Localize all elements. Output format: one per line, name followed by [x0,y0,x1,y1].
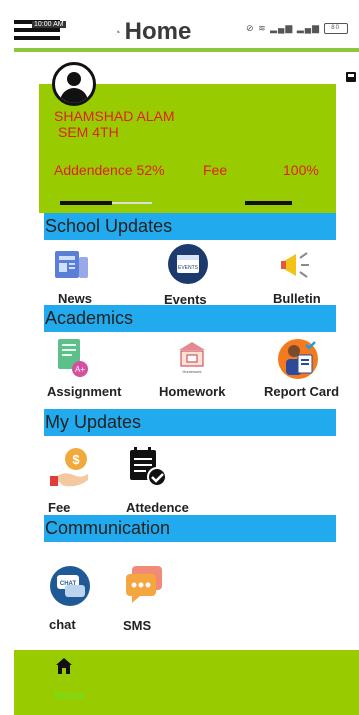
battery-icon: 80 [323,23,348,35]
tile-label-chat: chat [49,617,76,632]
megaphone-icon [281,252,309,278]
signal-icon: ▂▄▆ [270,23,294,33]
report-card-icon [278,339,318,379]
card-indicator-track [112,202,152,204]
tile-assignment[interactable]: A+ Assignment [47,337,121,399]
tile-label-assignment: Assignment [47,384,122,399]
assignment-icon: A+ [58,339,88,377]
tile-report-card[interactable]: Report Card [264,337,339,399]
id-card-icon[interactable] [346,72,356,82]
tile-events[interactable]: EVENTS Events [164,243,210,309]
avatar[interactable] [52,62,96,106]
student-name: SHAMSHAD ALAM [54,108,175,124]
fee-icon: $ [50,448,88,487]
signal2-icon: ▂▄▆ [296,23,321,33]
page-title: ◔ Home [114,18,192,45]
card-indicator-right [245,201,292,205]
events-icon: EVENTS [168,244,208,284]
tile-label-news: News [58,291,92,306]
homework-icon: Homework [179,342,205,374]
tile-fee[interactable]: $ Fee [48,446,92,516]
attendance-label: Addendence [54,162,133,178]
status-clock: 10:00 AM [32,21,66,28]
tile-bulletin[interactable]: Bulletin [273,248,321,308]
tile-label-bulletin: Bulletin [273,291,321,306]
svg-text:$: $ [72,452,80,467]
status-icons: ⊘ ≋ ▂▄▆ ▂▄▆ 80 [246,23,348,35]
tile-label-fee: Fee [48,500,71,515]
events-badge-text: EVENTS [178,265,199,271]
attendance-icon [130,447,167,487]
tile-label-homework: Homework [159,384,226,399]
fee-value: 100% [283,162,319,178]
tile-news[interactable]: News [52,248,92,308]
svg-text:A+: A+ [75,365,85,374]
tile-attendance[interactable]: Attedence [126,446,189,516]
chat-icon: CHAT [50,566,90,606]
tile-label-report-card: Report Card [264,384,340,399]
wifi-icon: ≋ [258,23,267,33]
tile-chat[interactable]: CHAT chat [48,565,92,633]
section-academics: Academics [44,305,336,332]
wifi-small-icon: ◔ [114,26,121,39]
tile-label-sms: SMS [123,618,152,633]
fee-label: Fee [203,162,228,178]
dnd-icon: ⊘ [246,23,255,33]
sms-icon [126,566,162,603]
section-school-updates: School Updates [44,213,336,240]
news-icon [55,251,88,278]
section-my-updates: My Updates [44,409,336,436]
home-icon[interactable] [55,657,73,675]
section-communication: Communication [44,515,336,542]
tile-sms[interactable]: SMS [122,562,166,634]
tile-label-attendance: Attedence [126,500,189,515]
attendance-value: 52% [136,162,165,178]
tile-homework[interactable]: Homework Homework [159,340,225,400]
homework-caption: Homework [182,369,201,374]
attendance-summary: Addendence 52% [54,162,165,178]
header-divider [14,48,359,52]
card-indicator-active [60,201,112,205]
nav-home-label[interactable]: Home [54,690,85,702]
student-semester: SEM 4TH [58,124,119,140]
